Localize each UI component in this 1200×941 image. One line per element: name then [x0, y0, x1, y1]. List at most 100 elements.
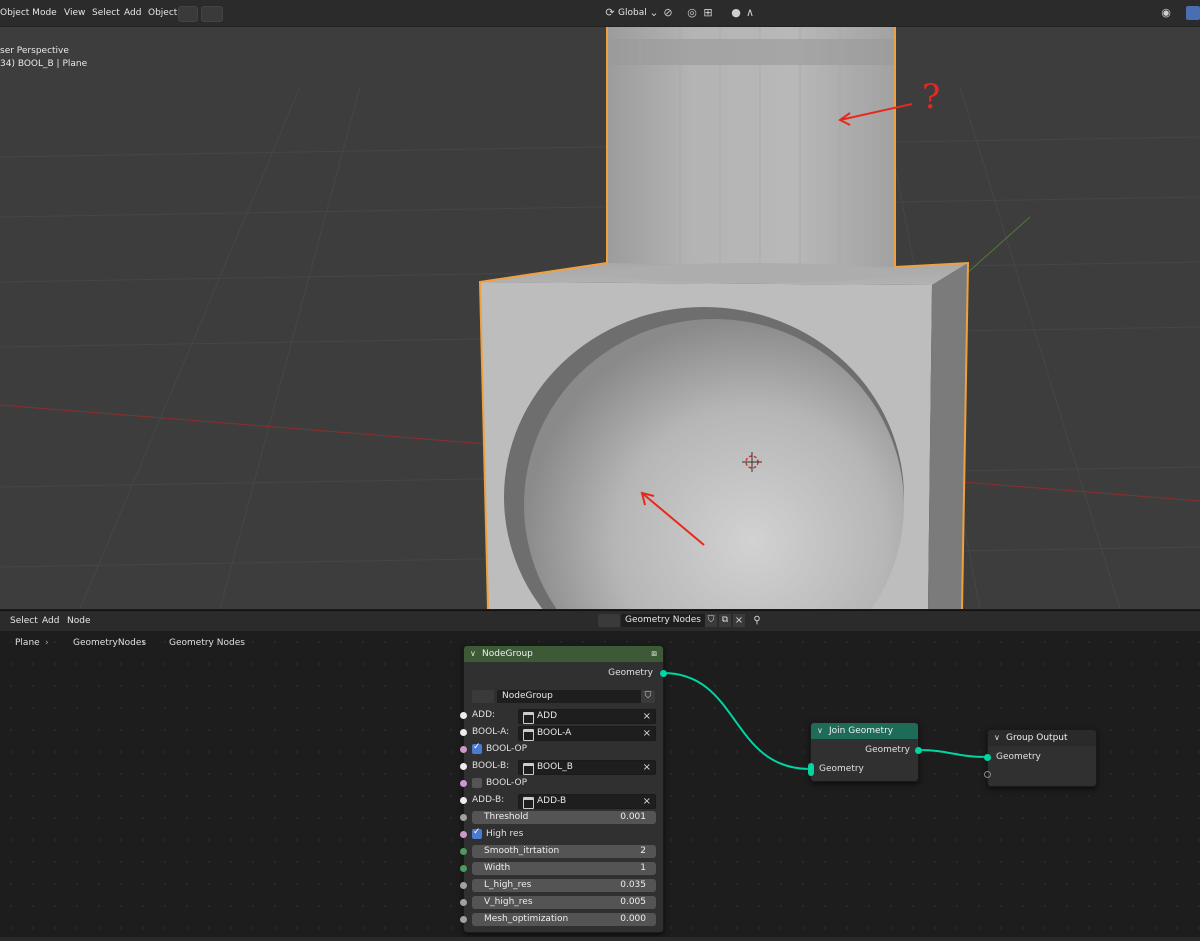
- input-row-smooth: Smooth_itrtation 2: [460, 843, 663, 860]
- object-value: BOOL_B: [537, 762, 573, 772]
- slider-label: Width: [484, 863, 511, 873]
- join-input-row: Geometry: [808, 761, 918, 778]
- float-input-socket[interactable]: [460, 814, 467, 821]
- chevron-down-icon[interactable]: ∨: [817, 723, 823, 739]
- input-label: BOOL-OP: [486, 778, 528, 788]
- l-high-res-slider[interactable]: L_high_res 0.035: [472, 879, 656, 892]
- empty-input-socket[interactable]: [984, 771, 991, 778]
- slider-value: 0.000: [620, 914, 646, 924]
- node-group-header[interactable]: ∨ NodeGroup ⧈: [464, 646, 663, 662]
- input-label: High res: [486, 829, 524, 839]
- join-output-row: Geometry: [811, 742, 922, 759]
- slider-value: 0.005: [620, 897, 646, 907]
- input-row-add-b: ADD-B: ADD-B ×: [460, 792, 663, 809]
- join-geometry-node[interactable]: ∨ Join Geometry Geometry Geometry: [808, 722, 922, 782]
- threshold-slider[interactable]: Threshold 0.001: [472, 811, 656, 824]
- input-row-bool-b: BOOL-B: BOOL_B ×: [460, 758, 663, 775]
- input-label: BOOL-B:: [472, 761, 510, 771]
- geometry-input-socket[interactable]: [984, 754, 991, 761]
- object-value: BOOL-A: [537, 728, 572, 738]
- input-label: ADD-B:: [472, 795, 505, 805]
- object-field-add-b[interactable]: ADD-B ×: [518, 794, 656, 809]
- input-row-high-res: High res: [460, 826, 663, 843]
- output-label: Geometry: [608, 668, 653, 678]
- input-label: ADD:: [472, 710, 496, 720]
- object-input-socket[interactable]: [460, 797, 467, 804]
- chevron-down-icon[interactable]: ∨: [470, 646, 476, 662]
- object-input-socket[interactable]: [460, 712, 467, 719]
- slider-label: Threshold: [484, 812, 529, 822]
- group-output-input-row: Geometry: [984, 749, 1096, 766]
- group-output-header[interactable]: ∨ Group Output: [988, 730, 1096, 746]
- bool-input-socket[interactable]: [460, 746, 467, 753]
- bool-op-checkbox[interactable]: [472, 742, 482, 754]
- input-label: Geometry: [996, 752, 1041, 762]
- float-input-socket[interactable]: [460, 899, 467, 906]
- object-field-bool-b[interactable]: BOOL_B ×: [518, 760, 656, 775]
- input-row-v-high-res: V_high_res 0.005: [460, 894, 663, 911]
- object-input-socket[interactable]: [460, 729, 467, 736]
- mesh-optimization-slider[interactable]: Mesh_optimization 0.000: [472, 913, 656, 926]
- object-value: ADD-B: [537, 796, 567, 806]
- bool-input-socket[interactable]: [460, 780, 467, 787]
- input-row-width: Width 1: [460, 860, 663, 877]
- smooth-iteration-slider[interactable]: Smooth_itrtation 2: [472, 845, 656, 858]
- width-slider[interactable]: Width 1: [472, 862, 656, 875]
- high-res-checkbox[interactable]: [472, 827, 482, 839]
- input-row-mesh-optimization: Mesh_optimization 0.000: [460, 911, 663, 928]
- slider-value: 0.035: [620, 880, 646, 890]
- object-field-add[interactable]: ADD ×: [518, 709, 656, 724]
- object-icon: [523, 712, 534, 724]
- input-row-threshold: Threshold 0.001: [460, 809, 663, 826]
- object-field-bool-a[interactable]: BOOL-A ×: [518, 726, 656, 741]
- clear-icon[interactable]: ×: [643, 727, 651, 740]
- slider-label: V_high_res: [484, 897, 533, 907]
- object-input-socket[interactable]: [460, 763, 467, 770]
- clear-icon[interactable]: ×: [643, 795, 651, 808]
- slider-value: 1: [640, 863, 646, 873]
- input-row-bool-a: BOOL-A: BOOL-A ×: [460, 724, 663, 741]
- clear-icon[interactable]: ×: [643, 761, 651, 774]
- group-name-field[interactable]: NodeGroup: [497, 690, 642, 703]
- geometry-output-socket[interactable]: [915, 747, 922, 754]
- slider-label: L_high_res: [484, 880, 532, 890]
- input-label: BOOL-OP: [486, 744, 528, 754]
- object-icon: [523, 729, 534, 741]
- v-high-res-slider[interactable]: V_high_res 0.005: [472, 896, 656, 909]
- object-value: ADD: [537, 711, 558, 721]
- group-output-node[interactable]: ∨ Group Output Geometry: [984, 729, 1097, 787]
- node-tree-icon: ⧈: [651, 649, 657, 659]
- link-join-to-output: [917, 749, 988, 758]
- chevron-down-icon[interactable]: ∨: [994, 730, 1000, 746]
- group-output-empty-row: [984, 766, 1096, 783]
- int-input-socket[interactable]: [460, 865, 467, 872]
- group-selector-row: NodeGroup ⛉: [464, 688, 663, 705]
- fake-user-icon[interactable]: ⛉: [641, 690, 655, 703]
- object-icon: [523, 763, 534, 775]
- clear-icon[interactable]: ×: [643, 710, 651, 723]
- bool-op-checkbox[interactable]: [472, 778, 482, 788]
- bool-input-socket[interactable]: [460, 831, 467, 838]
- node-group-output-row: Geometry: [464, 665, 667, 682]
- status-bar: [0, 937, 1200, 941]
- float-input-socket[interactable]: [460, 882, 467, 889]
- object-icon: [523, 797, 534, 809]
- output-label: Geometry: [865, 745, 910, 755]
- input-row-bool-op-1: BOOL-OP: [460, 741, 663, 758]
- group-browse-dropdown[interactable]: [472, 690, 494, 703]
- slider-label: Mesh_optimization: [484, 914, 569, 924]
- node-group-title: NodeGroup: [482, 649, 533, 659]
- multi-input-socket[interactable]: [808, 763, 814, 776]
- int-input-socket[interactable]: [460, 848, 467, 855]
- join-geometry-header[interactable]: ∨ Join Geometry: [811, 723, 918, 739]
- node-group-node[interactable]: ∨ NodeGroup ⧈ Geometry NodeGroup ⛉ ADD: …: [460, 645, 667, 933]
- slider-label: Smooth_itrtation: [484, 846, 560, 856]
- input-label: Geometry: [819, 764, 864, 774]
- slider-value: 2: [640, 846, 646, 856]
- input-row-bool-op-2: BOOL-OP: [460, 775, 663, 792]
- input-row-l-high-res: L_high_res 0.035: [460, 877, 663, 894]
- input-row-add: ADD: ADD ×: [460, 707, 663, 724]
- group-output-title: Group Output: [1006, 733, 1068, 743]
- geometry-output-socket[interactable]: [660, 670, 667, 677]
- float-input-socket[interactable]: [460, 916, 467, 923]
